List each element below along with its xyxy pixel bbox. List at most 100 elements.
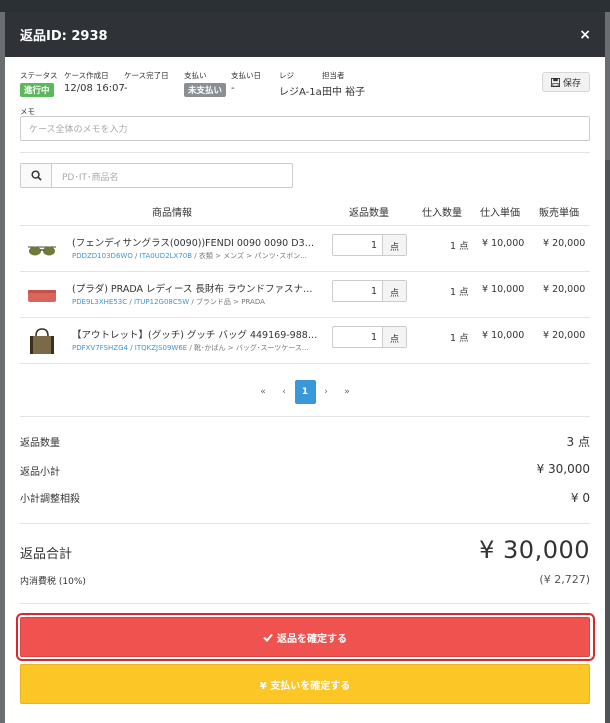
search-icon: [30, 170, 42, 181]
completed-value: -: [124, 83, 128, 94]
created-field: ケース作成日 12/08 16:07: [64, 70, 125, 94]
header-purchase-qty: 仕入数量: [422, 208, 462, 219]
status-badge: 進行中: [20, 83, 54, 97]
staff-field: 担当者 田中 裕子: [322, 70, 365, 98]
returned-items-table: 商品情報 返品数量 仕入数量 仕入単価 販売単価 (フェンディサングラス(009…: [20, 198, 590, 364]
it-code-link[interactable]: ITA0UD2LX70B: [140, 252, 192, 260]
divider: [20, 603, 590, 604]
confirm-payment-label: ¥ 支払いを確定する: [259, 680, 351, 692]
table-row: 【アウトレット】(グッチ) グッチ バッグ 449169-9886 GUCC..…: [20, 318, 590, 364]
page-next[interactable]: ›: [316, 380, 337, 404]
purchase-qty: 1 点: [450, 287, 469, 298]
staff-label: 担当者: [322, 71, 345, 80]
case-info-row: ステータス 進行中 ケース作成日 12/08 16:07 ケース完了日 - 支払…: [20, 70, 590, 106]
sale-price: ¥ 20,000: [543, 238, 586, 249]
return-qty-input[interactable]: 1 点: [332, 326, 407, 348]
purchase-price: ¥ 10,000: [482, 330, 525, 341]
confirm-return-label: 返品を確定する: [277, 633, 347, 645]
status-label: ステータス: [20, 71, 58, 80]
product-category: / 靴･かばん > バッグ･スーツケース...: [187, 344, 309, 352]
qty-value[interactable]: 1: [333, 281, 383, 301]
qty-value[interactable]: 1: [333, 235, 383, 255]
save-label: 保存: [562, 78, 581, 89]
header-purchase-price: 仕入単価: [480, 208, 520, 219]
pd-code-link[interactable]: PDE9L3XHE53C: [72, 298, 127, 306]
product-name: (フェンディサングラス(0090))FENDI 0090 0090 D3O/85…: [72, 238, 320, 249]
paydate-value: -: [231, 83, 235, 94]
product-search: PD･IT･商品名: [20, 163, 293, 188]
modal-header: 返品ID: 2938 ×: [5, 12, 605, 57]
return-qty-input[interactable]: 1 点: [332, 280, 407, 302]
close-icon[interactable]: ×: [579, 27, 591, 43]
pagination: « ‹ 1 › »: [5, 380, 605, 404]
product-code: PDDZD103D6WO / ITA0UD2LX70B / 衣類 > メンズ >…: [72, 252, 307, 260]
sale-price: ¥ 20,000: [543, 330, 586, 341]
purchase-price: ¥ 10,000: [482, 284, 525, 295]
header-product-info: 商品情報: [152, 208, 192, 219]
divider: [20, 152, 590, 153]
completed-field: ケース完了日 -: [124, 70, 169, 94]
memo-input[interactable]: ケース全体のメモを入力: [20, 116, 590, 141]
created-label: ケース作成日: [64, 71, 109, 80]
qty-value[interactable]: 1: [333, 327, 383, 347]
purchase-qty: 1 点: [450, 333, 469, 344]
header-return-qty: 返品数量: [349, 208, 389, 219]
sunglasses-image: [28, 246, 56, 256]
it-code-link[interactable]: ITUP12G08C5W: [134, 298, 189, 306]
subtotal-label: 返品小計: [20, 467, 60, 478]
modal-title: 返品ID: 2938: [20, 29, 108, 44]
created-value: 12/08 16:07: [64, 83, 125, 94]
page-current[interactable]: 1: [294, 380, 316, 404]
search-input[interactable]: PD･IT･商品名: [52, 164, 292, 187]
header-sale-price: 販売単価: [539, 208, 579, 219]
purchase-qty: 1 点: [450, 241, 469, 252]
save-icon: [550, 77, 560, 87]
tax-label: 内消費税 (10%): [20, 577, 86, 587]
adjust-value: ¥ 0: [570, 491, 590, 505]
table-row: (プラダ) PRADA レディース 長財布 ラウンドファスナー OU... PD…: [20, 272, 590, 318]
register-field: レジ レジA-1a: [279, 70, 322, 98]
sale-price: ¥ 20,000: [543, 284, 586, 295]
divider: [20, 523, 590, 524]
payment-badge: 未支払い: [184, 83, 227, 97]
product-name: 【アウトレット】(グッチ) グッチ バッグ 449169-9886 GUCC..…: [72, 330, 320, 341]
payment-field: 支払い 未支払い: [184, 70, 227, 97]
confirm-return-button[interactable]: 返品を確定する: [20, 617, 590, 657]
pd-code-link[interactable]: PDDZD103D6WO: [72, 252, 133, 260]
status-field: ステータス 進行中: [20, 70, 58, 97]
register-label: レジ: [279, 71, 294, 80]
page-last[interactable]: »: [337, 380, 358, 404]
return-qty-value: 3 点: [566, 435, 590, 449]
page-prev[interactable]: ‹: [274, 380, 295, 404]
search-button[interactable]: [21, 164, 52, 187]
paydate-field: 支払い日 -: [231, 70, 261, 94]
total-label: 返品合計: [20, 547, 73, 562]
table-header: 商品情報 返品数量 仕入数量 仕入単価 販売単価: [20, 198, 590, 226]
table-row: (フェンディサングラス(0090))FENDI 0090 0090 D3O/85…: [20, 226, 590, 272]
wallet-image: [28, 290, 56, 302]
save-button[interactable]: 保存: [542, 72, 590, 92]
payment-label: 支払い: [184, 71, 207, 80]
product-category: / 衣類 > メンズ > パンツ･スボン...: [192, 252, 307, 260]
page-first[interactable]: «: [253, 380, 274, 404]
return-qty-input[interactable]: 1 点: [332, 234, 407, 256]
pd-code-link[interactable]: PDFXV7FSHZG4: [72, 344, 128, 352]
return-qty-label: 返品数量: [20, 438, 60, 449]
qty-unit: 点: [383, 281, 406, 301]
completed-label: ケース完了日: [124, 71, 169, 80]
it-code-link[interactable]: ITQKZJS09W6E: [135, 344, 187, 352]
product-code: PDFXV7FSHZG4 / ITQKZJS09W6E / 靴･かばん > バッ…: [72, 344, 309, 352]
register-value: レジA-1a: [279, 87, 322, 98]
product-code: PDE9L3XHE53C / ITUP12G08C5W / ブランド品 > PR…: [72, 298, 265, 306]
app-topbar: [0, 0, 610, 12]
purchase-price: ¥ 10,000: [482, 238, 525, 249]
total-value: ¥ 30,000: [479, 536, 590, 564]
qty-unit: 点: [383, 327, 406, 347]
subtotal-value: ¥ 30,000: [536, 462, 590, 476]
adjust-label: 小計調整相殺: [20, 494, 80, 505]
return-modal: 返品ID: 2938 × ステータス 進行中 ケース作成日 12/08 16:0…: [5, 12, 605, 723]
divider: [20, 416, 590, 417]
confirm-payment-button[interactable]: ¥ 支払いを確定する: [20, 664, 590, 704]
paydate-label: 支払い日: [231, 71, 261, 80]
check-icon: [263, 633, 273, 642]
